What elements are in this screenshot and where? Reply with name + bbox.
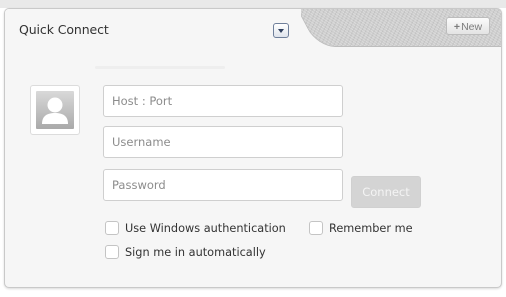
windows-auth-option[interactable]: Use Windows authentication — [105, 221, 305, 237]
auto-sign-in-checkbox[interactable] — [105, 245, 119, 259]
quick-connect-panel: Quick Connect +New Connect Use Windows a… — [4, 8, 502, 288]
user-silhouette-icon — [36, 91, 74, 129]
auto-sign-in-option[interactable]: Sign me in automatically — [105, 245, 305, 261]
dropdown-button[interactable] — [273, 23, 289, 38]
plus-icon: + — [453, 21, 461, 33]
host-port-input[interactable] — [103, 85, 343, 117]
faint-divider — [95, 66, 225, 69]
remember-me-option[interactable]: Remember me — [309, 221, 429, 237]
chevron-down-icon — [278, 29, 284, 33]
new-button[interactable]: +New — [446, 17, 490, 35]
window-top-strip — [0, 0, 506, 8]
remember-me-checkbox[interactable] — [309, 221, 323, 235]
windows-auth-label: Use Windows authentication — [125, 222, 286, 235]
password-input[interactable] — [103, 169, 343, 201]
remember-me-label: Remember me — [329, 222, 413, 235]
new-button-label: New — [461, 21, 483, 33]
windows-auth-checkbox[interactable] — [105, 221, 119, 235]
avatar — [30, 85, 80, 135]
connect-button[interactable]: Connect — [351, 176, 421, 208]
panel-title: Quick Connect — [19, 22, 109, 37]
username-input[interactable] — [103, 126, 343, 158]
auto-sign-in-label: Sign me in automatically — [125, 246, 266, 259]
